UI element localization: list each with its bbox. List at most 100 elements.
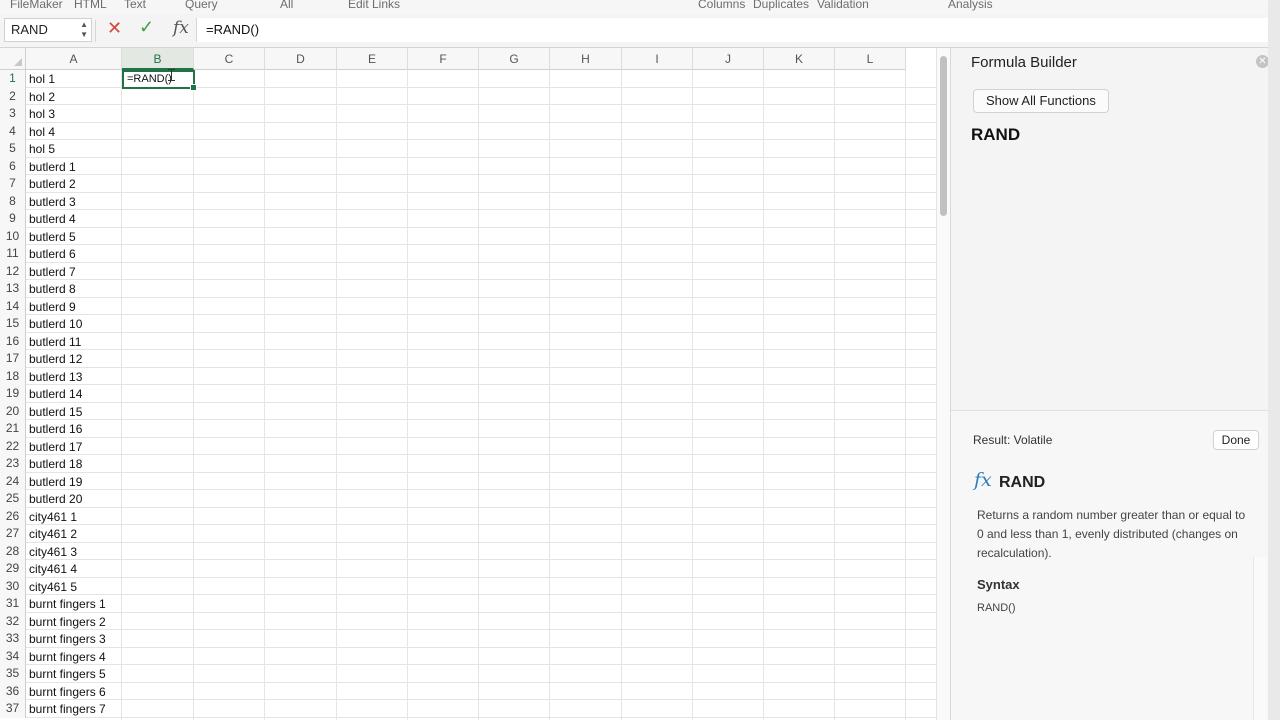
fill-handle[interactable]: [190, 84, 197, 91]
row-header-30[interactable]: 30: [0, 577, 26, 595]
cell-a6[interactable]: butlerd 1: [29, 158, 76, 176]
cell-a36[interactable]: burnt fingers 6: [29, 683, 106, 701]
row-header-37[interactable]: 37: [0, 700, 26, 718]
row-header-18[interactable]: 18: [0, 367, 26, 385]
cell-a21[interactable]: butlerd 16: [29, 420, 82, 438]
row-header-16[interactable]: 16: [0, 332, 26, 350]
row-header-33[interactable]: 33: [0, 630, 26, 648]
row-header-36[interactable]: 36: [0, 682, 26, 700]
cell-a30[interactable]: city461 5: [29, 578, 77, 596]
column-header-l[interactable]: L: [835, 48, 906, 70]
cell-a33[interactable]: burnt fingers 3: [29, 630, 106, 648]
formula-input[interactable]: =RAND(): [196, 18, 1268, 42]
row-header-8[interactable]: 8: [0, 192, 26, 210]
cancel-icon[interactable]: ✕: [107, 18, 122, 39]
row-header-22[interactable]: 22: [0, 437, 26, 455]
cell-a19[interactable]: butlerd 14: [29, 385, 82, 403]
ribbon-item-duplicates[interactable]: Duplicates: [753, 0, 809, 11]
cell-a16[interactable]: butlerd 11: [29, 333, 81, 351]
ribbon-item-validation[interactable]: Validation: [817, 0, 869, 11]
cell-a25[interactable]: butlerd 20: [29, 490, 82, 508]
spreadsheet-grid[interactable]: A B C D E F G H I J K L 1 hol 1 2 hol 2 3 hol 3 4 hol 4 5 hol…: [0, 48, 936, 720]
row-header-29[interactable]: 29: [0, 560, 26, 578]
column-header-b[interactable]: B: [122, 48, 194, 70]
cell-a34[interactable]: burnt fingers 4: [29, 648, 106, 666]
row-header-5[interactable]: 5: [0, 140, 26, 158]
row-header-6[interactable]: 6: [0, 157, 26, 175]
active-cell-b1[interactable]: =RAND(): [122, 70, 197, 91]
row-header-34[interactable]: 34: [0, 647, 26, 665]
cell-a23[interactable]: butlerd 18: [29, 455, 82, 473]
column-header-d[interactable]: D: [265, 48, 337, 70]
vertical-scrollbar[interactable]: [936, 48, 950, 720]
column-header-g[interactable]: G: [479, 48, 550, 70]
row-header-12[interactable]: 12: [0, 262, 26, 280]
row-header-19[interactable]: 19: [0, 385, 26, 403]
cell-a32[interactable]: burnt fingers 2: [29, 613, 106, 631]
row-header-9[interactable]: 9: [0, 210, 26, 228]
row-header-21[interactable]: 21: [0, 420, 26, 438]
cell-a31[interactable]: burnt fingers 1: [29, 595, 106, 613]
row-header-27[interactable]: 27: [0, 525, 26, 543]
column-header-f[interactable]: F: [408, 48, 479, 70]
cell-a2[interactable]: hol 2: [29, 88, 55, 106]
row-header-7[interactable]: 7: [0, 175, 26, 193]
cell-a27[interactable]: city461 2: [29, 525, 77, 543]
cell-a13[interactable]: butlerd 8: [29, 280, 76, 298]
cell-a22[interactable]: butlerd 17: [29, 438, 82, 456]
cell-a9[interactable]: butlerd 4: [29, 210, 76, 228]
row-header-3[interactable]: 3: [0, 105, 26, 123]
ribbon-item-text[interactable]: Text: [124, 0, 146, 11]
row-header-14[interactable]: 14: [0, 297, 26, 315]
ribbon-item-query[interactable]: Query: [185, 0, 218, 11]
cell-a29[interactable]: city461 4: [29, 560, 77, 578]
column-header-e[interactable]: E: [337, 48, 408, 70]
row-header-11[interactable]: 11: [0, 245, 26, 263]
column-header-k[interactable]: K: [764, 48, 835, 70]
cell-a4[interactable]: hol 4: [29, 123, 55, 141]
cell-a12[interactable]: butlerd 7: [29, 263, 76, 281]
cell-a8[interactable]: butlerd 3: [29, 193, 76, 211]
name-box[interactable]: RAND ▲ ▼: [4, 18, 92, 42]
cell-a1[interactable]: hol 1: [29, 70, 55, 88]
cell-a14[interactable]: butlerd 9: [29, 298, 76, 316]
cell-a35[interactable]: burnt fingers 5: [29, 665, 106, 683]
ribbon-item-html[interactable]: HTML: [74, 0, 107, 11]
row-header-17[interactable]: 17: [0, 350, 26, 368]
row-header-31[interactable]: 31: [0, 595, 26, 613]
row-header-13[interactable]: 13: [0, 280, 26, 298]
column-header-i[interactable]: I: [622, 48, 693, 70]
row-header-32[interactable]: 32: [0, 612, 26, 630]
ribbon-item-columns[interactable]: Columns: [698, 0, 745, 11]
name-box-stepper-icon[interactable]: ▲ ▼: [80, 20, 88, 40]
cell-a17[interactable]: butlerd 12: [29, 350, 82, 368]
cell-a20[interactable]: butlerd 15: [29, 403, 82, 421]
row-header-2[interactable]: 2: [0, 87, 26, 105]
cell-a7[interactable]: butlerd 2: [29, 175, 76, 193]
row-header-1[interactable]: 1: [0, 70, 26, 88]
details-scrollbar[interactable]: [1253, 557, 1267, 720]
row-header-20[interactable]: 20: [0, 402, 26, 420]
row-header-25[interactable]: 25: [0, 490, 26, 508]
row-header-4[interactable]: 4: [0, 122, 26, 140]
ribbon-item-edit-links[interactable]: Edit Links: [348, 0, 400, 11]
insert-function-icon[interactable]: fx: [173, 18, 189, 38]
row-header-15[interactable]: 15: [0, 315, 26, 333]
cell-a18[interactable]: butlerd 13: [29, 368, 82, 386]
ribbon-item-filemaker[interactable]: FileMaker: [10, 0, 63, 11]
row-header-28[interactable]: 28: [0, 542, 26, 560]
cell-a3[interactable]: hol 3: [29, 105, 55, 123]
cell-a11[interactable]: butlerd 6: [29, 245, 76, 263]
column-header-j[interactable]: J: [693, 48, 764, 70]
cell-a5[interactable]: hol 5: [29, 140, 55, 158]
column-header-h[interactable]: H: [550, 48, 622, 70]
column-header-a[interactable]: A: [26, 48, 122, 70]
cell-a24[interactable]: butlerd 19: [29, 473, 82, 491]
ribbon-item-analysis[interactable]: Analysis: [948, 0, 993, 11]
cell-a37[interactable]: burnt fingers 7: [29, 700, 106, 718]
cell-a28[interactable]: city461 3: [29, 543, 77, 561]
row-header-10[interactable]: 10: [0, 227, 26, 245]
done-button[interactable]: Done: [1213, 430, 1259, 450]
row-header-24[interactable]: 24: [0, 472, 26, 490]
scrollbar-thumb[interactable]: [940, 56, 947, 216]
